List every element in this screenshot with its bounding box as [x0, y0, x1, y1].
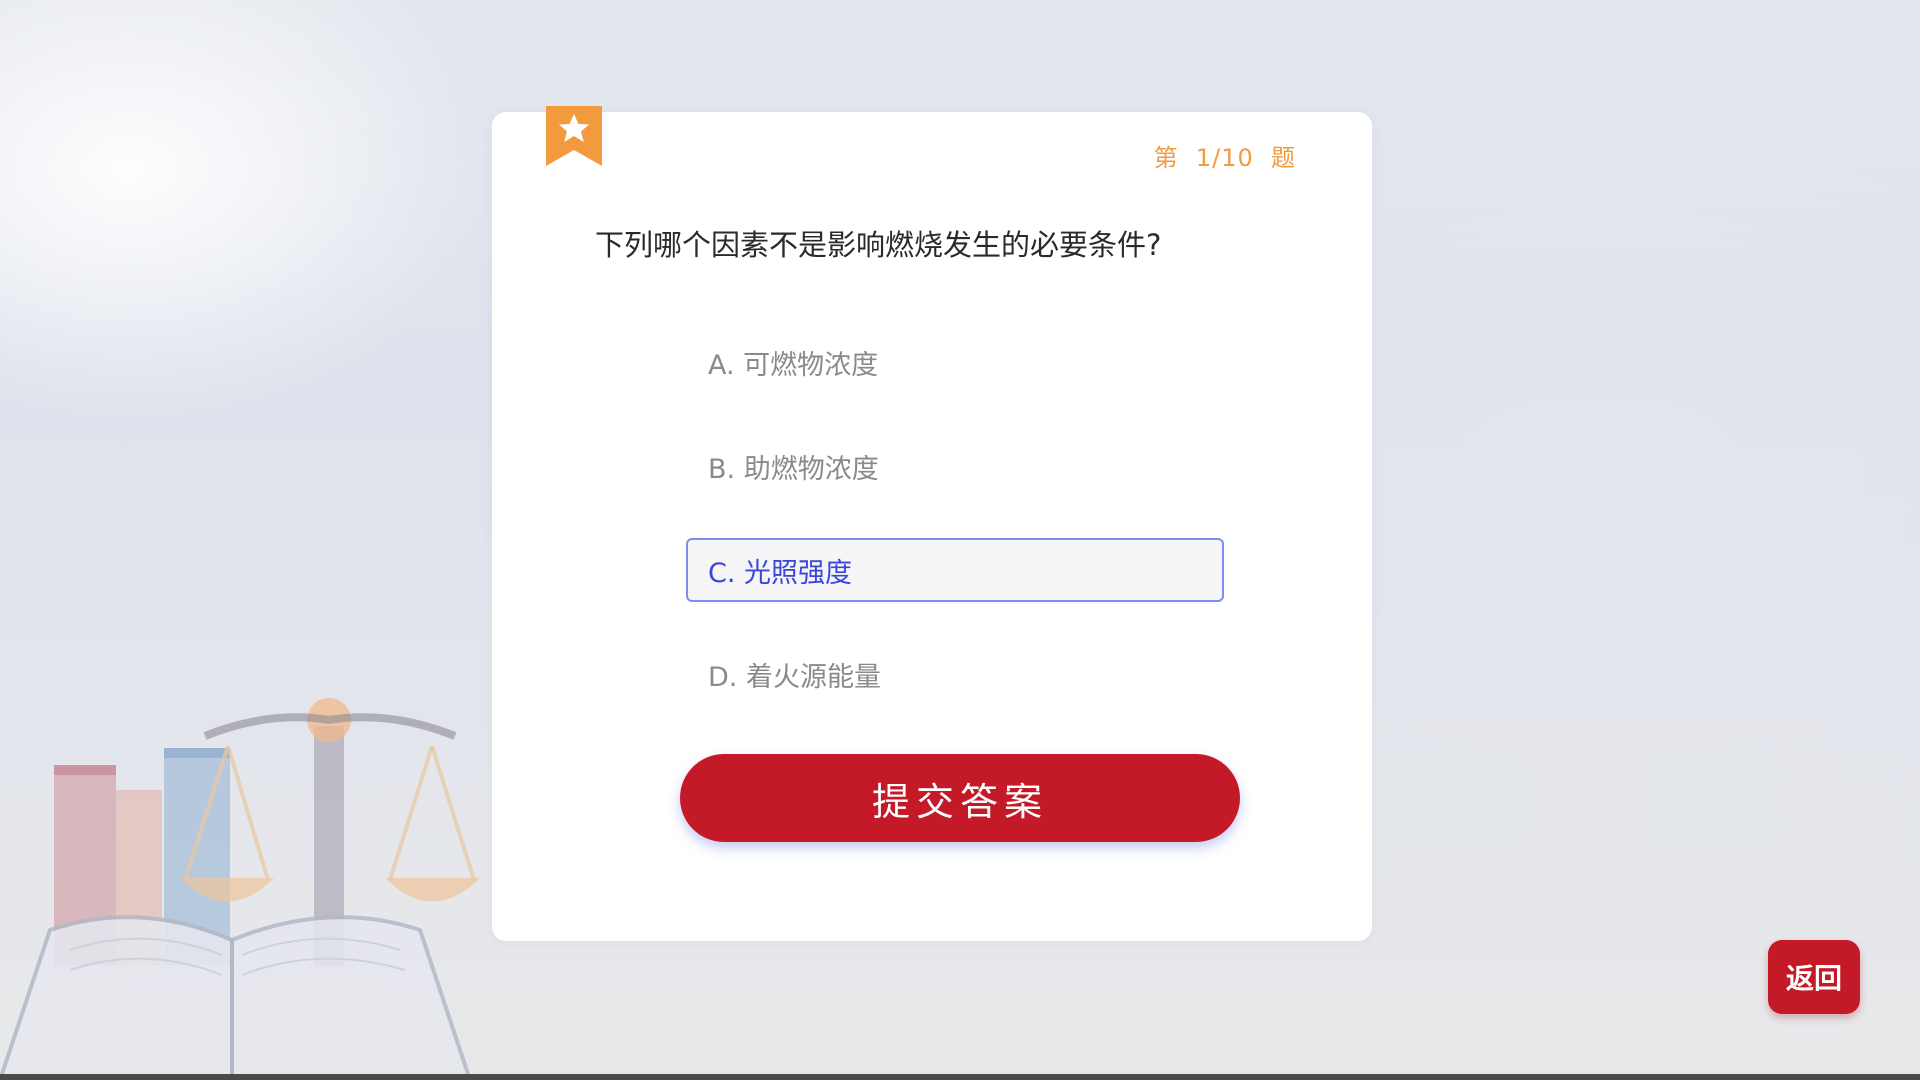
back-button[interactable]: 返回 — [1768, 940, 1860, 1014]
option-b-label: B. 助燃物浓度 — [708, 453, 879, 485]
option-d[interactable]: D. 着火源能量 — [686, 642, 1224, 706]
option-c-label: C. 光照强度 — [708, 557, 853, 589]
option-a-label: A. 可燃物浓度 — [708, 349, 879, 381]
option-d-label: D. 着火源能量 — [708, 661, 881, 693]
bookmark-star-icon — [546, 106, 602, 166]
question-text: 下列哪个因素不是影响燃烧发生的必要条件? — [595, 228, 1162, 262]
option-c[interactable]: C. 光照强度 — [686, 538, 1224, 602]
justice-scale-books-illustration — [0, 698, 480, 1080]
quiz-card: 第 1/10 题 下列哪个因素不是影响燃烧发生的必要条件? A. 可燃物浓度 B… — [492, 106, 1372, 941]
submit-answer-button[interactable]: 提交答案 — [680, 754, 1240, 842]
bottom-bar — [0, 1074, 1920, 1080]
option-b[interactable]: B. 助燃物浓度 — [686, 434, 1224, 498]
option-a[interactable]: A. 可燃物浓度 — [686, 330, 1224, 394]
question-counter: 第 1/10 题 — [1153, 144, 1296, 172]
